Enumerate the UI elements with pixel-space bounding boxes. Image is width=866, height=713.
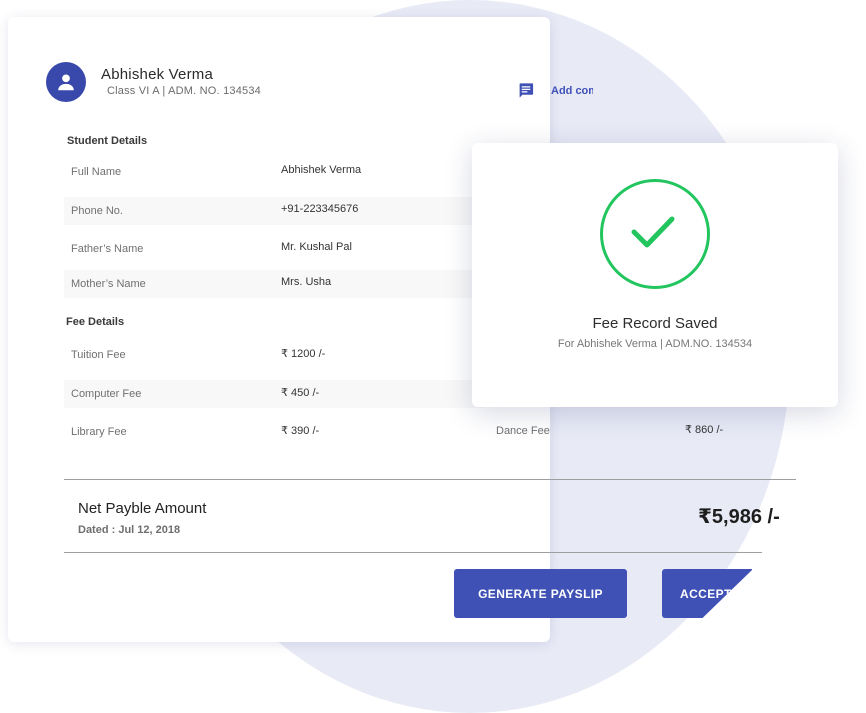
student-class-admission: Class VI A | ADM. NO. 134534: [107, 85, 261, 97]
student-details-title: Student Details: [67, 135, 148, 147]
fee-label: Computer Fee: [71, 388, 142, 400]
fee-value: ₹ 390 /-: [281, 425, 320, 437]
fee-details-title: Fee Details: [66, 316, 125, 328]
user-icon: [58, 74, 74, 91]
dance-fee-label: Dance Fee: [496, 425, 550, 437]
fee-card: [8, 17, 550, 642]
success-dialog: Fee Record Saved For Abhishek Verma | AD…: [472, 143, 838, 407]
fee-row-tuition: Tuition Fee ₹ 1200 /-: [64, 341, 484, 369]
detail-label: Full Name: [71, 166, 122, 178]
dialog-subtitle: For Abhishek Verma | ADM.NO. 134534: [557, 338, 753, 350]
detail-label: Father’s Name: [71, 243, 144, 255]
net-amount-value: ₹5,986 /-: [698, 506, 780, 528]
fee-value: ₹ 1200 /-: [281, 348, 326, 360]
comment-icon: [519, 83, 534, 98]
dance-fee-value: ₹ 860 /-: [685, 424, 724, 436]
detail-value: Abhishek Verma: [281, 164, 362, 176]
accept-button-clip: ACCEPT: [662, 569, 752, 618]
dialog-title: Fee Record Saved: [592, 315, 718, 332]
detail-row-full-name: Full Name Abhishek Verma: [64, 158, 484, 186]
fee-value: ₹ 450 /-: [281, 387, 320, 399]
payment-date: Dated : Jul 12, 2018: [78, 524, 181, 536]
detail-label: Phone No.: [71, 205, 123, 217]
accept-button[interactable]: ACCEPT: [662, 569, 752, 618]
net-amount-label: Net Payble Amount: [78, 500, 207, 517]
checkmark-icon: [631, 216, 675, 248]
student-name: Abhishek Verma: [101, 66, 214, 83]
detail-label: Mother’s Name: [71, 278, 146, 290]
fee-row-library: Library Fee ₹ 390 /-: [64, 418, 484, 446]
detail-value: Mr. Kushal Pal: [281, 241, 352, 253]
fee-label: Tuition Fee: [71, 349, 126, 361]
add-comment-label: Add comment: [551, 84, 593, 97]
detail-row-mother-name: Mother’s Name Mrs. Usha: [64, 270, 484, 298]
fee-row-computer: Computer Fee ₹ 450 /-: [64, 380, 484, 408]
divider-top: [64, 479, 796, 480]
generate-payslip-button[interactable]: GENERATE PAYSLIP: [454, 569, 627, 618]
student-avatar: [46, 62, 86, 102]
detail-row-phone: Phone No. +91-223345676: [64, 197, 484, 225]
fee-label: Library Fee: [71, 426, 127, 438]
add-comment-button[interactable]: Add comment: [517, 82, 593, 99]
detail-value: Mrs. Usha: [281, 276, 332, 288]
detail-row-father-name: Father’s Name Mr. Kushal Pal: [64, 235, 484, 263]
detail-value: +91-223345676: [281, 203, 359, 215]
success-circle: [600, 179, 710, 289]
divider-bottom: [64, 552, 762, 553]
